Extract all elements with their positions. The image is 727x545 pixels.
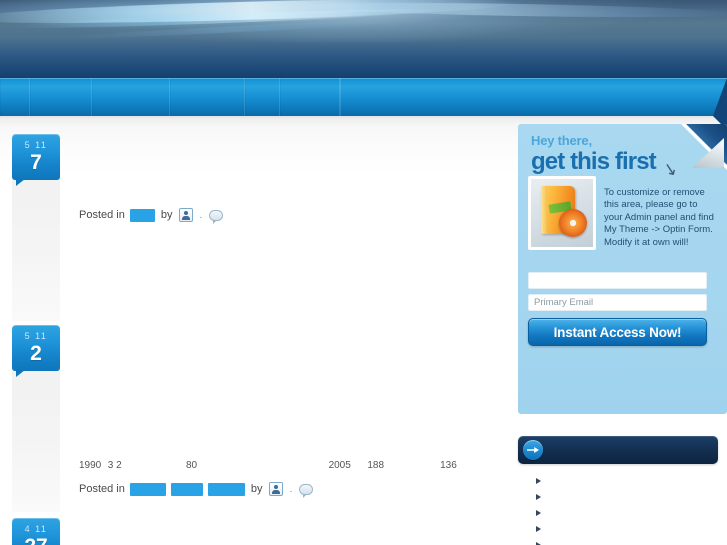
post-date-badge: 5 11 2 <box>12 325 60 377</box>
nav-item-5[interactable] <box>245 78 280 116</box>
meta-separator: . <box>199 209 203 221</box>
navbar-corner-fold <box>713 78 727 116</box>
banner-light-streak <box>60 17 420 41</box>
nav-item-4[interactable] <box>170 78 245 116</box>
post-stats-row: 1990 3 2 2005 188 136 <box>79 460 457 471</box>
banner-light-streak <box>299 0 727 20</box>
sidebar-widget <box>518 436 727 545</box>
post-body <box>79 138 499 144</box>
post-date-badge: 5 11 7 <box>12 134 60 186</box>
optin-heading-large: get this first <box>531 148 657 175</box>
list-item[interactable] <box>536 540 727 545</box>
stat-value: 2005 <box>328 460 351 471</box>
curved-arrow-icon: ↘ <box>661 158 680 180</box>
nav-item-6[interactable] <box>280 78 340 116</box>
header-banner <box>0 0 727 78</box>
cd-disc-icon <box>559 209 587 237</box>
product-image <box>528 176 596 250</box>
by-label: by <box>250 483 263 495</box>
post-date-month-year: 4 11 <box>24 524 48 534</box>
post-date-month-year: 5 11 <box>24 331 48 341</box>
comment-icon[interactable] <box>209 209 224 224</box>
page-root: 5 11 7 Posted in by . 5 11 2 1990 3 2 20… <box>0 0 727 545</box>
by-label: by <box>160 209 173 221</box>
post-date-day: 2 <box>30 342 42 365</box>
post-body <box>79 329 499 335</box>
post-meta: Posted in by . <box>79 482 318 498</box>
post-date-month-year: 5 11 <box>24 140 48 150</box>
author-icon[interactable] <box>178 208 193 222</box>
nav-item-3[interactable] <box>92 78 170 116</box>
list-item[interactable] <box>536 492 727 503</box>
comment-icon[interactable] <box>299 483 314 498</box>
banner-glow <box>140 0 560 44</box>
banner-light-streak <box>9 5 441 32</box>
list-item[interactable] <box>536 508 727 519</box>
post-list: 5 11 7 Posted in by . 5 11 2 1990 3 2 20… <box>0 116 512 545</box>
posted-in-label: Posted in <box>79 483 125 495</box>
category-link[interactable] <box>207 482 245 496</box>
optin-heading: Hey there, get this first <box>531 133 711 175</box>
category-link[interactable] <box>170 482 203 496</box>
widget-link-list <box>518 476 727 545</box>
optin-form-widget: Hey there, get this first ↘ To customize… <box>518 124 727 414</box>
sidebar: Hey there, get this first ↘ To customize… <box>512 116 727 545</box>
instant-access-button[interactable]: Instant Access Now! <box>528 318 707 346</box>
meta-separator: . <box>289 483 293 495</box>
widget-header <box>518 436 718 464</box>
arrow-right-icon <box>523 440 543 460</box>
optin-name-input[interactable] <box>528 272 707 289</box>
main-navigation <box>0 78 727 116</box>
banner-light-streak <box>0 0 521 28</box>
stat-value: 80 <box>186 460 198 471</box>
category-link[interactable] <box>129 208 155 222</box>
post-date-badge: 4 11 27 <box>12 518 60 545</box>
post-date-day: 27 <box>12 536 60 545</box>
post-body <box>79 522 499 528</box>
nav-filler <box>340 78 727 116</box>
post-stats-row-secondary: 80 <box>186 460 197 471</box>
list-item[interactable] <box>536 524 727 535</box>
post-meta: Posted in by . <box>79 208 228 224</box>
category-link[interactable] <box>129 482 166 496</box>
author-icon[interactable] <box>268 482 283 496</box>
stat-value: 136 <box>440 460 457 471</box>
optin-heading-small: Hey there, <box>531 133 592 148</box>
stat-value: 188 <box>367 460 385 471</box>
stat-value: 3 2 <box>107 460 122 471</box>
posted-in-label: Posted in <box>79 209 125 221</box>
post-date-day: 7 <box>30 151 42 174</box>
optin-email-input[interactable] <box>528 294 707 311</box>
nav-item-1[interactable] <box>0 78 30 116</box>
stat-value: 1990 <box>79 460 102 471</box>
optin-description: To customize or remove this area, please… <box>604 186 714 248</box>
nav-item-2[interactable] <box>30 78 92 116</box>
list-item[interactable] <box>536 476 727 487</box>
